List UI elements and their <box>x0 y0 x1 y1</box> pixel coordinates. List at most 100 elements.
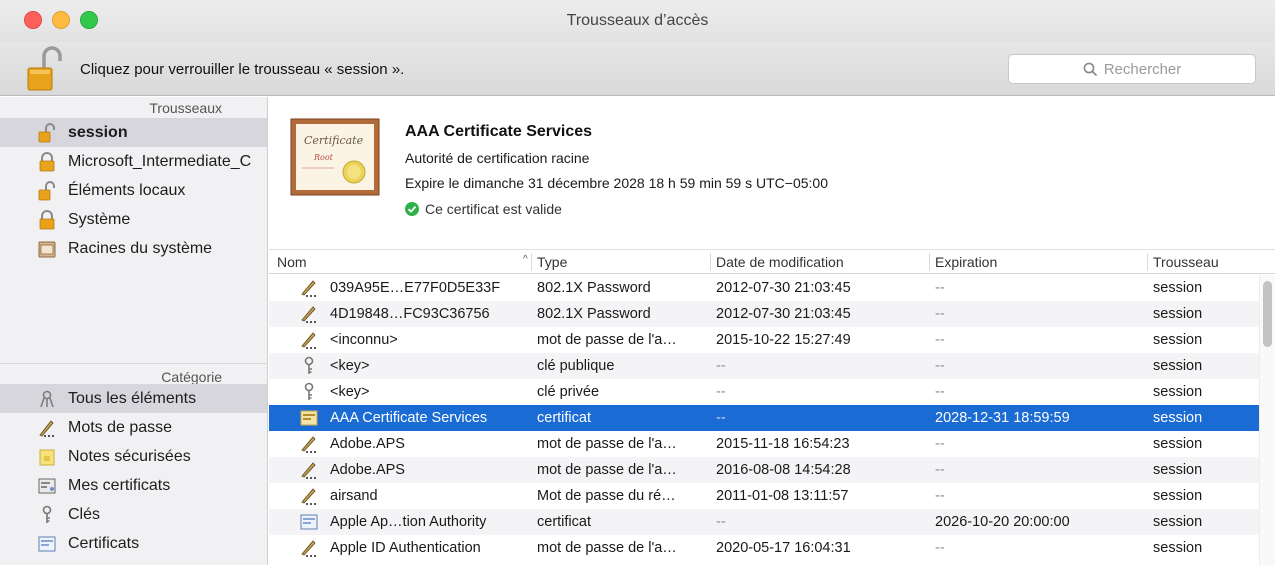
sidebar-keychain-system[interactable]: Système <box>0 205 267 234</box>
cell-type: certificat <box>537 514 591 530</box>
table-row[interactable]: <key> clé privée -- -- session <box>269 379 1259 405</box>
cell-keychain: session <box>1153 410 1203 426</box>
cell-keychain: session <box>1153 358 1203 374</box>
column-header-modified[interactable]: Date de modification <box>716 254 844 270</box>
cell-keychain: session <box>1153 488 1203 504</box>
cell-keychain: session <box>1153 462 1203 478</box>
keychain-lock-button[interactable] <box>24 46 68 92</box>
cell-modified: 2012-07-30 21:03:45 <box>716 306 851 322</box>
sidebar-category-passwords[interactable]: Mots de passe <box>0 413 267 442</box>
pen-icon <box>301 540 316 557</box>
sort-ascending-icon: ^ <box>523 254 528 265</box>
cell-modified: 2015-11-18 16:54:23 <box>716 436 850 452</box>
sidebar-category-secure-notes[interactable]: Notes sécurisées <box>0 442 267 471</box>
keychains-heading: Trousseaux <box>149 100 222 116</box>
toolbar: Cliquez pour verrouiller le trousseau « … <box>0 42 1275 96</box>
table-row[interactable]: Apple Ap…tion Authority certificat -- 20… <box>269 509 1259 535</box>
cell-expiration: -- <box>935 462 945 478</box>
cell-expiration: -- <box>935 384 945 400</box>
detail-panel: Certificate Root AAA Certificate Service… <box>269 97 1275 249</box>
unlocked-padlock-icon <box>38 181 55 201</box>
sidebar-keychain-system-roots[interactable]: Racines du système <box>0 234 267 263</box>
sidebar-category-certificates[interactable]: Certificats <box>0 529 267 558</box>
cell-name: Apple Ap…tion Authority <box>330 514 487 530</box>
sidebar-keychain-session[interactable]: session <box>0 118 267 147</box>
cell-type: 802.1X Password <box>537 306 651 322</box>
cell-name: Adobe.APS <box>330 436 405 452</box>
cell-modified: 2015-10-22 15:27:49 <box>716 332 851 348</box>
certificate-preview-icon: Certificate Root <box>290 118 380 196</box>
unlocked-padlock-icon <box>27 46 62 91</box>
lock-message: Cliquez pour verrouiller le trousseau « … <box>80 61 405 78</box>
column-header-name[interactable]: Nom <box>277 254 307 270</box>
cell-type: mot de passe de l'a… <box>537 462 677 478</box>
certificate-authority-type: Autorité de certification racine <box>405 150 590 166</box>
cell-modified: -- <box>716 514 726 530</box>
cell-type: clé privée <box>537 384 600 400</box>
pen-icon <box>301 332 316 349</box>
search-icon <box>1083 62 1097 76</box>
svg-text:Certificate: Certificate <box>304 134 364 147</box>
sidebar-category-my-certificates[interactable]: Mes certificats <box>0 471 267 500</box>
cell-keychain: session <box>1153 384 1203 400</box>
cell-expiration: -- <box>935 358 945 374</box>
pen-icon <box>301 488 316 505</box>
key-icon <box>42 505 52 523</box>
column-divider[interactable] <box>929 253 930 271</box>
cabinet-icon <box>38 241 56 258</box>
sidebar-item-label: Tous les éléments <box>68 389 197 407</box>
cell-type: 802.1X Password <box>537 280 651 296</box>
column-divider[interactable] <box>710 253 711 271</box>
cell-modified: 2012-07-30 21:03:45 <box>716 280 851 296</box>
cell-keychain: session <box>1153 332 1203 348</box>
cell-name: <key> <box>330 384 370 400</box>
sidebar-keychain-microsoft-intermediate[interactable]: Microsoft_Intermediate_C <box>0 147 267 176</box>
sidebar: Trousseaux session Microsoft_Intermediat… <box>0 97 268 565</box>
column-divider[interactable] <box>531 253 532 271</box>
sidebar-keychain-local-items[interactable]: Éléments locaux <box>0 176 267 205</box>
sidebar-item-label: Mes certificats <box>68 476 171 494</box>
cell-name: <inconnu> <box>330 332 398 348</box>
cell-expiration: -- <box>935 306 945 322</box>
cell-name: 4D19848…FC93C36756 <box>330 306 490 322</box>
pen-icon <box>301 436 316 453</box>
sidebar-item-label: Microsoft_Intermediate_C <box>68 152 252 170</box>
table-row[interactable]: Adobe.APS mot de passe de l'a… 2016-08-0… <box>269 457 1259 483</box>
sidebar-item-label: Éléments locaux <box>68 181 186 199</box>
cell-name: AAA Certificate Services <box>330 410 488 426</box>
vertical-scrollbar[interactable] <box>1259 275 1275 566</box>
column-header-type[interactable]: Type <box>537 254 567 270</box>
cell-expiration: -- <box>935 488 945 504</box>
table-row[interactable]: <key> clé publique -- -- session <box>269 353 1259 379</box>
cell-name: 039A95E…E77F0D5E33F <box>330 280 501 296</box>
sidebar-category-all-items[interactable]: Tous les éléments <box>0 384 267 413</box>
search-field[interactable]: Rechercher <box>1008 54 1256 84</box>
cell-expiration: -- <box>935 332 945 348</box>
cell-keychain: session <box>1153 514 1203 530</box>
certificate-status-text: Ce certificat est valide <box>425 201 562 217</box>
pen-icon <box>301 462 316 479</box>
cell-modified: -- <box>716 384 726 400</box>
pen-icon <box>39 420 54 437</box>
table-row-selected[interactable]: AAA Certificate Services certificat -- 2… <box>269 405 1259 431</box>
table-row[interactable]: 039A95E…E77F0D5E33F 802.1X Password 2012… <box>269 275 1259 301</box>
table-row[interactable]: 4D19848…FC93C36756 802.1X Password 2012-… <box>269 301 1259 327</box>
scrollbar-thumb[interactable] <box>1263 281 1272 347</box>
cell-type: clé publique <box>537 358 615 374</box>
column-header-keychain[interactable]: Trousseau <box>1153 254 1219 270</box>
column-divider[interactable] <box>1147 253 1148 271</box>
sidebar-category-keys[interactable]: Clés <box>0 500 267 529</box>
cell-expiration: -- <box>935 436 945 452</box>
cell-modified: 2016-08-08 14:54:28 <box>716 462 851 478</box>
certificate-icon <box>38 536 56 552</box>
table-row[interactable]: <inconnu> mot de passe de l'a… 2015-10-2… <box>269 327 1259 353</box>
items-table: Nom ^ Type Date de modification Expirati… <box>269 249 1275 566</box>
key-icon <box>304 382 314 400</box>
column-header-expiration[interactable]: Expiration <box>935 254 997 270</box>
table-row[interactable]: Apple ID Authentication mot de passe de … <box>269 535 1259 561</box>
checkmark-icon <box>405 202 419 216</box>
table-row[interactable]: Adobe.APS mot de passe de l'a… 2015-11-1… <box>269 431 1259 457</box>
cell-name: <key> <box>330 358 370 374</box>
table-row[interactable]: airsand Mot de passe du ré… 2011-01-08 1… <box>269 483 1259 509</box>
all-items-icon <box>40 390 54 408</box>
